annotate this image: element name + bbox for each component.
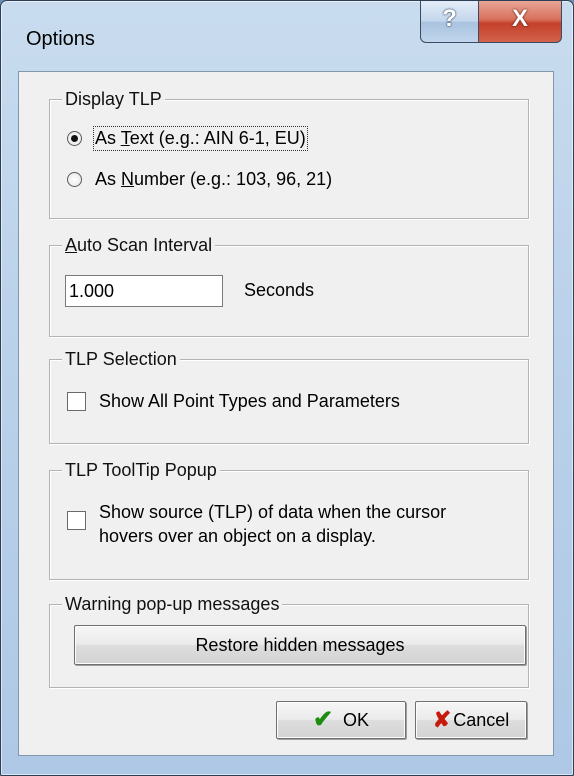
show-source-label: Show source (TLP) of data when the curso… <box>99 500 446 548</box>
radio-as-text-mnemonic: T <box>120 128 130 148</box>
cancel-button[interactable]: ✘ Cancel <box>415 701 527 739</box>
title-bar[interactable]: Options ? X <box>1 1 573 71</box>
cancel-label: Cancel <box>453 709 510 730</box>
radio-as-number-label-post: umber (e.g.: 103, 96, 21) <box>134 169 333 189</box>
auto-scan-legend-rest: uto Scan Interval <box>77 235 213 255</box>
warning-messages-group: Warning pop-up messages Restore hidden m… <box>49 593 529 688</box>
options-dialog: Options ? X Display TLP As Text (e.g.: A… <box>0 0 574 776</box>
auto-scan-legend: Auto Scan Interval <box>62 234 216 256</box>
ok-label: OK <box>343 709 370 730</box>
radio-as-number-indicator[interactable] <box>67 172 82 187</box>
tooltip-popup-group: TLP ToolTip Popup Show source (TLP) of d… <box>49 459 529 580</box>
close-button[interactable]: X <box>478 1 562 43</box>
show-source-checkbox[interactable] <box>67 511 86 530</box>
radio-as-text[interactable]: As Text (e.g.: AIN 6-1, EU) <box>67 126 308 151</box>
seconds-label: Seconds <box>244 280 315 300</box>
help-button[interactable]: ? <box>420 1 479 43</box>
show-source-label-line2: hovers over an object on a display. <box>99 526 376 546</box>
display-tlp-legend: Display TLP <box>62 88 165 110</box>
close-icon: X <box>511 5 528 32</box>
display-tlp-group: Display TLP As Text (e.g.: AIN 6-1, EU) … <box>49 88 529 219</box>
help-icon: ? <box>442 5 457 32</box>
radio-as-number[interactable]: As Number (e.g.: 103, 96, 21) <box>67 169 332 190</box>
cancel-x-icon: ✘ <box>432 707 452 732</box>
checkmark-icon: ✔ <box>312 706 334 733</box>
show-all-point-types-checkbox[interactable] <box>67 392 86 411</box>
radio-as-number-label: As Number (e.g.: 103, 96, 21) <box>95 169 332 190</box>
auto-scan-group: Auto Scan Interval Seconds <box>49 234 529 337</box>
radio-as-number-label-pre: As <box>95 169 122 189</box>
tlp-selection-legend: TLP Selection <box>62 348 180 370</box>
window-title: Options <box>26 28 95 50</box>
tooltip-popup-legend: TLP ToolTip Popup <box>62 459 220 481</box>
auto-scan-mnemonic: A <box>65 235 78 255</box>
radio-as-text-label-post: ext (e.g.: AIN 6-1, EU) <box>129 128 306 148</box>
radio-as-number-mnemonic: N <box>121 169 135 189</box>
radio-as-text-label-pre: As <box>95 128 121 148</box>
radio-as-text-indicator[interactable] <box>67 131 82 146</box>
restore-hidden-messages-button[interactable]: Restore hidden messages <box>74 625 526 665</box>
scan-interval-input[interactable] <box>65 275 223 307</box>
show-source-checkbox-row[interactable]: Show source (TLP) of data when the curso… <box>67 500 446 548</box>
show-source-label-line1: Show source (TLP) of data when the curso… <box>99 502 447 522</box>
show-all-point-types-label: Show All Point Types and Parameters <box>99 391 400 411</box>
show-all-point-types-checkbox-row[interactable]: Show All Point Types and Parameters <box>67 391 400 412</box>
warning-messages-legend: Warning pop-up messages <box>62 593 283 615</box>
dialog-body: Display TLP As Text (e.g.: AIN 6-1, EU) … <box>18 71 554 756</box>
radio-as-text-label: As Text (e.g.: AIN 6-1, EU) <box>93 126 308 151</box>
ok-button[interactable]: ✔ OK <box>276 701 406 739</box>
tlp-selection-group: TLP Selection Show All Point Types and P… <box>49 348 529 444</box>
restore-hidden-messages-label: Restore hidden messages <box>195 634 405 655</box>
